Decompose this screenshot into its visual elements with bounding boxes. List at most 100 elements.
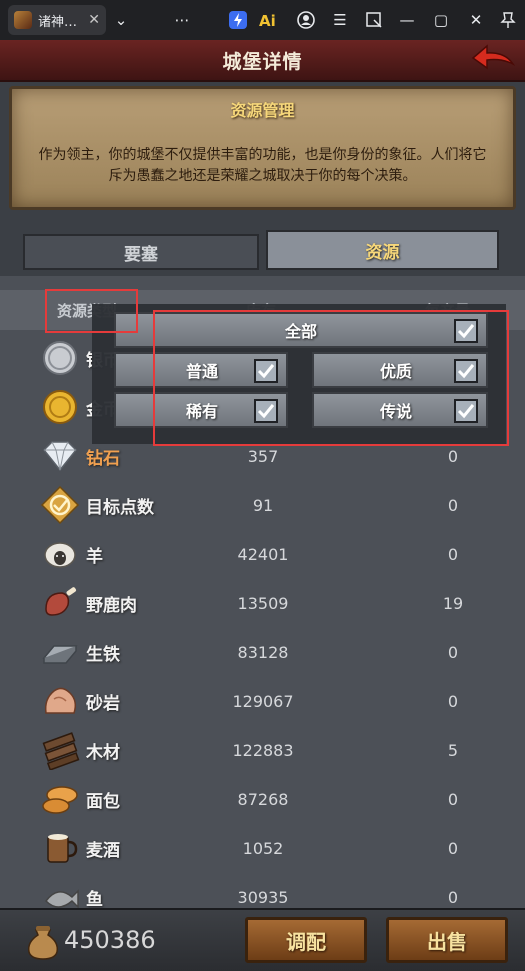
close-window-icon[interactable]: ✕ [466, 10, 486, 30]
venison-icon [40, 583, 80, 623]
resource-name: 砂岩 [86, 694, 120, 714]
game-favicon-icon [14, 11, 32, 29]
hourly-value: 0 [447, 790, 459, 809]
checkbox-checked-icon[interactable] [454, 319, 478, 343]
filter-quality-label: 优质 [380, 362, 413, 381]
menu-icon[interactable]: ☰ [330, 10, 350, 30]
hourly-value: 0 [447, 839, 459, 858]
more-icon[interactable]: ⋯ [172, 10, 192, 30]
hourly-value: 0 [447, 643, 459, 662]
table-row: 麦酒 1052 0 [0, 824, 525, 873]
minimize-icon[interactable]: — [397, 10, 417, 30]
ai-icon[interactable]: Ai [258, 10, 278, 30]
svg-text:Ai: Ai [259, 12, 276, 30]
resource-name: 面包 [86, 792, 120, 812]
stock-value: 87268 [237, 790, 289, 809]
resource-name: 野鹿肉 [86, 596, 137, 616]
filter-rare[interactable]: 稀有 [114, 392, 288, 428]
hourly-value: 0 [447, 496, 459, 515]
filter-popup: 全部 普通 优质 稀有 传说 [92, 304, 506, 444]
browser-tab[interactable]: 诸神… ✕ [8, 5, 106, 35]
stock-value: 357 [247, 447, 279, 466]
gold-bag-icon [26, 922, 60, 960]
sandstone-icon [40, 681, 80, 721]
table-row: 羊 42401 0 [0, 530, 525, 579]
diamond-icon [40, 436, 80, 476]
filter-quality[interactable]: 优质 [312, 352, 488, 388]
filter-rare-label: 稀有 [186, 402, 219, 421]
tab-fortress-label: 要塞 [124, 244, 158, 265]
stock-value: 30935 [237, 888, 289, 907]
tab-resources[interactable]: 资源 [266, 230, 499, 270]
resource-name: 鱼 [86, 890, 103, 910]
tab-title: 诸神… [38, 14, 78, 30]
sell-label: 出售 [427, 929, 467, 954]
stock-value: 13509 [237, 594, 289, 613]
resource-name: 羊 [86, 547, 103, 567]
hourly-value: 19 [442, 594, 464, 613]
table-row: 面包 87268 0 [0, 775, 525, 824]
filter-all-label: 全部 [284, 322, 317, 341]
filter-legendary-label: 传说 [380, 402, 413, 421]
table-row: 砂岩 129067 0 [0, 677, 525, 726]
stock-value: 91 [252, 496, 274, 515]
checkbox-checked-icon[interactable] [254, 359, 278, 383]
hourly-value: 0 [447, 545, 459, 564]
bolt-extension-icon[interactable] [228, 10, 248, 30]
back-arrow-icon [471, 44, 516, 70]
hourly-value: 0 [447, 447, 459, 466]
table-row: 野鹿肉 13509 19 [0, 579, 525, 628]
iron-icon [40, 632, 80, 672]
resource-management-panel: 资源管理 作为领主，你的城堡不仅提供丰富的功能，也是你身份的象征。人们将它斥为愚… [9, 86, 516, 210]
checkbox-checked-icon[interactable] [454, 359, 478, 383]
browser-topbar: 诸神… ✕ ⌄ ⋯ Ai ☰ — ▢ ✕ [0, 0, 525, 40]
table-row: 目标点数 91 0 [0, 481, 525, 530]
checkbox-checked-icon[interactable] [254, 399, 278, 423]
table-row: 木材 122883 5 [0, 726, 525, 775]
resource-name: 木材 [86, 743, 120, 763]
profile-icon[interactable] [296, 10, 316, 30]
resource-name: 钻石 [86, 449, 120, 469]
silver-coin-icon [40, 338, 80, 378]
tab-list-chevron-icon[interactable]: ⌄ [111, 10, 131, 30]
tab-resources-label: 资源 [365, 242, 400, 263]
table-row: 生铁 83128 0 [0, 628, 525, 677]
page-title: 城堡详情 [222, 50, 303, 73]
stock-value: 122883 [232, 741, 294, 760]
gold-amount: 450386 [64, 926, 156, 954]
stock-value: 42401 [237, 545, 289, 564]
panel-title: 资源管理 [230, 101, 295, 120]
stock-value: 129067 [232, 692, 294, 711]
filter-common[interactable]: 普通 [114, 352, 288, 388]
hourly-value: 5 [447, 741, 459, 760]
tab-bar: 要塞 资源 [23, 230, 499, 270]
bottom-bar: 450386 调配 出售 [0, 908, 525, 971]
filter-all[interactable]: 全部 [114, 312, 488, 348]
resource-name: 麦酒 [86, 841, 120, 861]
back-button[interactable] [471, 44, 516, 76]
sell-button[interactable]: 出售 [386, 917, 508, 963]
filter-legendary[interactable]: 传说 [312, 392, 488, 428]
panel-description: 作为领主，你的城堡不仅提供丰富的功能，也是你身份的象征。人们将它斥为愚蠢之地还是… [38, 147, 487, 184]
filter-common-label: 普通 [186, 362, 219, 381]
page-header: 城堡详情 [0, 40, 525, 82]
screenshot-icon[interactable] [364, 10, 384, 30]
tab-fortress[interactable]: 要塞 [23, 234, 259, 270]
tab-close-icon[interactable]: ✕ [88, 12, 100, 28]
game-viewport: 城堡详情 资源管理 作为领主，你的城堡不仅提供丰富的功能，也是你身份的象征。人们… [0, 40, 525, 971]
sheep-icon [40, 534, 80, 574]
hourly-value: 0 [447, 692, 459, 711]
stock-value: 1052 [242, 839, 284, 858]
allocate-button[interactable]: 调配 [245, 917, 367, 963]
maximize-icon[interactable]: ▢ [431, 10, 451, 30]
resource-name: 生铁 [86, 645, 120, 665]
ale-icon [40, 828, 80, 868]
resource-name: 目标点数 [86, 498, 154, 518]
pin-icon[interactable] [498, 10, 518, 30]
hourly-value: 0 [447, 888, 459, 907]
target-icon [40, 485, 80, 525]
checkbox-checked-icon[interactable] [454, 399, 478, 423]
stock-value: 83128 [237, 643, 289, 662]
allocate-label: 调配 [286, 929, 326, 954]
wood-icon [40, 730, 80, 771]
